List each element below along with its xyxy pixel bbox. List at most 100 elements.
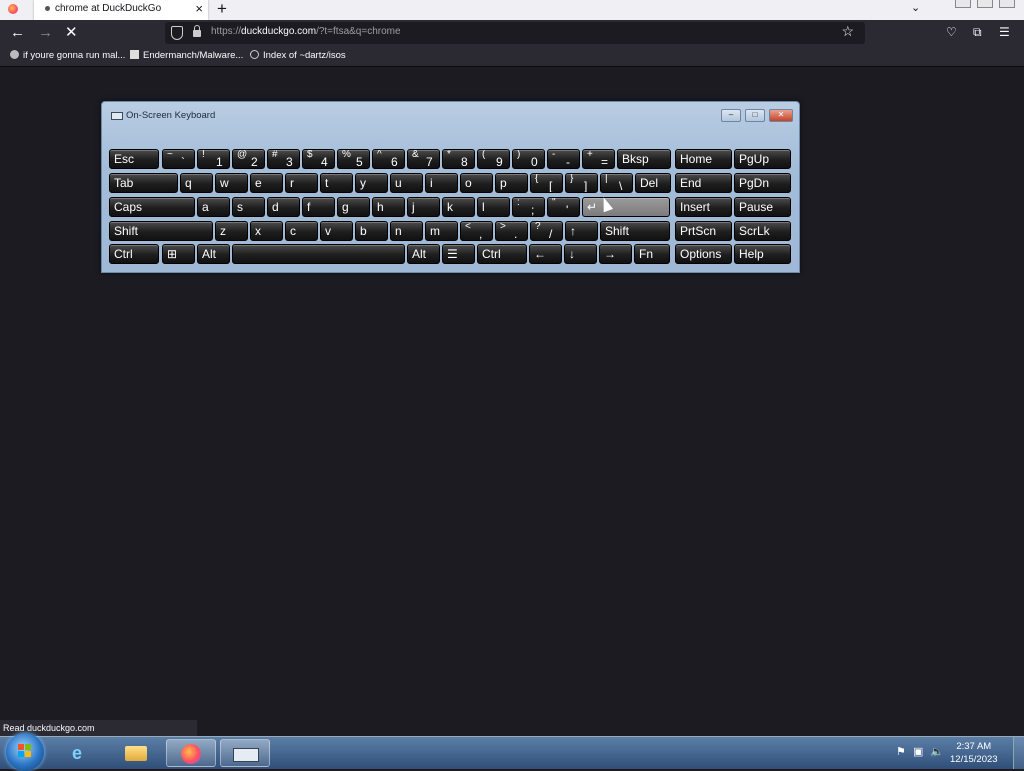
key-alt[interactable]: Alt <box>197 244 230 264</box>
stop-loading-icon[interactable]: ✕ <box>65 23 78 43</box>
key-a[interactable]: a <box>197 197 230 217</box>
key-prtscn[interactable]: PrtScn <box>675 221 732 241</box>
key-sym4-7[interactable]: ← <box>529 244 562 264</box>
key-y[interactable]: y <box>355 173 388 193</box>
key-g[interactable]: g <box>337 197 370 217</box>
key-w[interactable]: w <box>215 173 248 193</box>
key-del[interactable]: Del <box>635 173 671 193</box>
tab-pinned[interactable] <box>0 0 30 20</box>
key-sym4-1[interactable]: ⊞ <box>162 244 195 264</box>
key-i[interactable]: i <box>425 173 458 193</box>
tab-active[interactable]: chrome at DuckDuckGo × <box>34 0 208 20</box>
taskbar-firefox[interactable] <box>166 739 216 767</box>
key-n[interactable]: n <box>390 221 423 241</box>
show-desktop-button[interactable] <box>1013 737 1024 769</box>
bookmark-item[interactable]: Index of ~dartz/isos <box>250 50 346 61</box>
key-d[interactable]: d <box>267 197 300 217</box>
key-e[interactable]: e <box>250 173 283 193</box>
key-j[interactable]: j <box>407 197 440 217</box>
key-b[interactable]: b <box>355 221 388 241</box>
forward-arrow-icon[interactable]: → <box>38 23 53 43</box>
key-sym0-13[interactable]: + = <box>582 149 615 169</box>
lock-icon[interactable] <box>193 25 201 37</box>
key-l[interactable]: l <box>477 197 510 217</box>
back-arrow-icon[interactable]: ← <box>10 23 25 43</box>
key-sym0-12[interactable]: -- <box>547 149 580 169</box>
key-sym2-12[interactable]: ↵ <box>582 197 670 217</box>
key-sym3-11[interactable]: ↑ <box>565 221 598 241</box>
key-m[interactable]: m <box>425 221 458 241</box>
key-sym1-11[interactable]: {[ <box>530 173 563 193</box>
key-ctrl[interactable]: Ctrl <box>109 244 159 264</box>
clock[interactable]: 2:37 AM 12/15/2023 <box>950 740 998 766</box>
key-shift[interactable]: Shift <box>109 221 213 241</box>
start-button[interactable] <box>6 733 44 771</box>
bookmark-item[interactable]: Endermanch/Malware... <box>130 50 243 61</box>
key-end[interactable]: End <box>675 173 732 193</box>
key-0[interactable]: ) 0 <box>512 149 545 169</box>
key-insert[interactable]: Insert <box>675 197 732 217</box>
key-shift[interactable]: Shift <box>600 221 670 241</box>
url-bar[interactable]: https://duckduckgo.com/?t=ftsa&q=chrome … <box>165 22 865 44</box>
key-6[interactable]: ^ 6 <box>372 149 405 169</box>
key-k[interactable]: k <box>442 197 475 217</box>
key-1[interactable]: ! 1 <box>197 149 230 169</box>
maximize-icon[interactable]: □ <box>745 109 765 122</box>
key-7[interactable]: & 7 <box>407 149 440 169</box>
key-sym1-13[interactable]: | \ <box>600 173 633 193</box>
tracking-shield-icon[interactable] <box>171 26 183 40</box>
key-3[interactable]: #3 <box>267 149 300 169</box>
key-sym4-8[interactable]: ↓ <box>564 244 597 264</box>
key-tab[interactable]: Tab <box>109 173 178 193</box>
key-pgup[interactable]: PgUp <box>734 149 791 169</box>
close-icon[interactable]: ✕ <box>769 109 793 122</box>
key-q[interactable]: q <box>180 173 213 193</box>
key-bksp[interactable]: Bksp <box>617 149 671 169</box>
minimize-icon[interactable]: – <box>721 109 741 122</box>
key-sym3-8[interactable]: <, <box>460 221 493 241</box>
key-options[interactable]: Options <box>675 244 732 264</box>
minimize-icon[interactable] <box>955 0 971 8</box>
key-z[interactable]: z <box>215 221 248 241</box>
close-window-icon[interactable] <box>999 0 1015 8</box>
key-5[interactable]: % 5 <box>337 149 370 169</box>
flag-icon[interactable]: ⚑ <box>896 746 906 758</box>
key-sym2-11[interactable]: " ' <box>547 197 580 217</box>
key-scrlk[interactable]: ScrLk <box>734 221 791 241</box>
taskbar-on-screen-keyboard[interactable] <box>220 739 270 767</box>
key-f[interactable]: f <box>302 197 335 217</box>
taskbar-internet-explorer[interactable]: e <box>58 739 108 767</box>
extensions-icon[interactable]: ⧉ <box>973 25 982 40</box>
key-alt[interactable]: Alt <box>407 244 440 264</box>
key-fn[interactable]: Fn <box>634 244 670 264</box>
key-sym1-12[interactable]: }] <box>565 173 598 193</box>
url-text[interactable]: https://duckduckgo.com/?t=ftsa&q=chrome <box>211 26 401 37</box>
key-2[interactable]: @2 <box>232 149 265 169</box>
taskbar-file-explorer[interactable] <box>112 739 162 767</box>
key-home[interactable]: Home <box>675 149 732 169</box>
key-c[interactable]: c <box>285 221 318 241</box>
key-sym0-1[interactable]: ~ ` <box>162 149 195 169</box>
key-4[interactable]: $4 <box>302 149 335 169</box>
key-v[interactable]: v <box>320 221 353 241</box>
network-icon[interactable]: ▣ <box>913 746 923 758</box>
menu-hamburger-icon[interactable]: ☰ <box>999 25 1010 39</box>
bookmark-item[interactable]: if youre gonna run mal... <box>10 50 125 61</box>
key-pause[interactable]: Pause <box>734 197 791 217</box>
key-h[interactable]: h <box>372 197 405 217</box>
key-help[interactable]: Help <box>734 244 791 264</box>
key-8[interactable]: * 8 <box>442 149 475 169</box>
pocket-icon[interactable]: ♡ <box>946 25 957 39</box>
new-tab-plus-icon[interactable]: + <box>217 0 227 19</box>
key-esc[interactable]: Esc <box>109 149 159 169</box>
key-r[interactable]: r <box>285 173 318 193</box>
key-space[interactable] <box>232 244 405 264</box>
key-sym2-10[interactable]: :; <box>512 197 545 217</box>
key-u[interactable]: u <box>390 173 423 193</box>
key-x[interactable]: x <box>250 221 283 241</box>
key-sym3-10[interactable]: ? / <box>530 221 563 241</box>
key-pgdn[interactable]: PgDn <box>734 173 791 193</box>
maximize-icon[interactable] <box>977 0 993 8</box>
key-t[interactable]: t <box>320 173 353 193</box>
key-sym3-9[interactable]: >. <box>495 221 528 241</box>
